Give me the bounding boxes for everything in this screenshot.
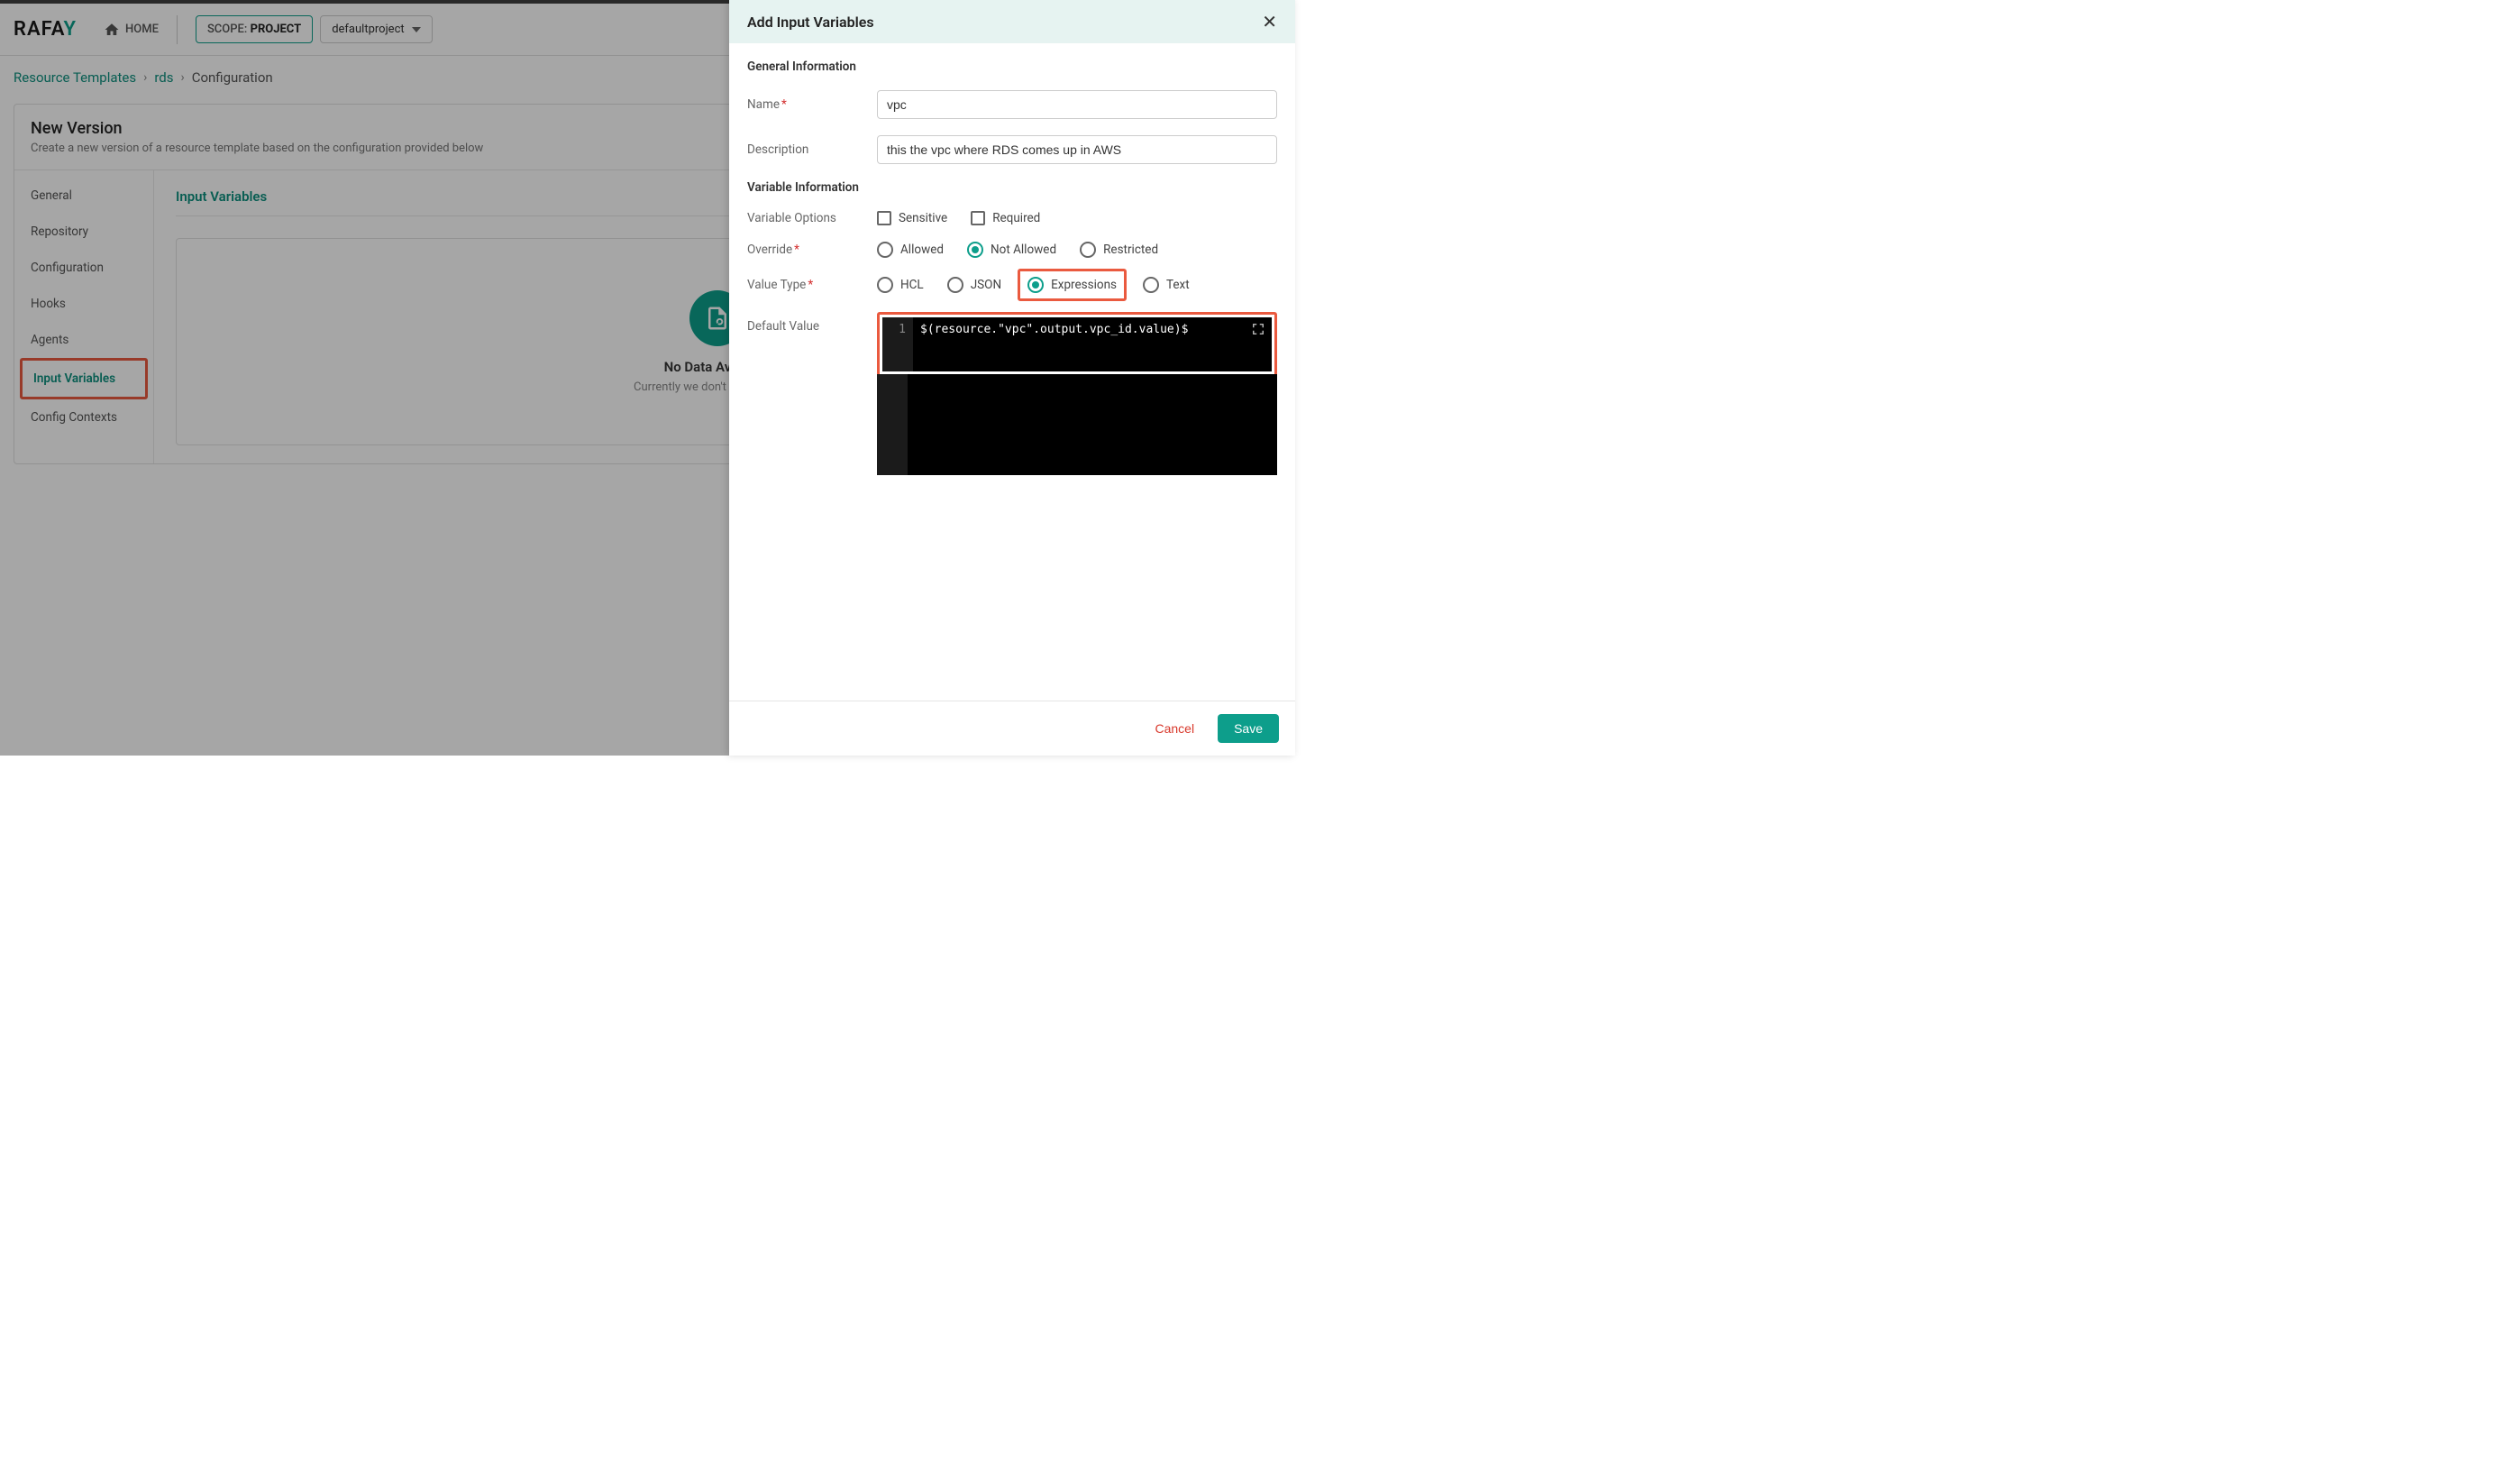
- code-content[interactable]: $(resource."vpc".output.vpc_id.value)$: [913, 317, 1272, 371]
- checkbox-required-label: Required: [992, 211, 1040, 225]
- drawer-body: General Information Name* Description Va…: [729, 43, 1295, 701]
- radio-vtype-hcl[interactable]: HCL: [877, 277, 924, 293]
- radio-label: Not Allowed: [991, 243, 1056, 257]
- description-label: Description: [747, 142, 877, 157]
- drawer-footer: Cancel Save: [729, 701, 1295, 756]
- name-label: Name*: [747, 97, 877, 112]
- radio-label: Restricted: [1103, 243, 1158, 257]
- close-icon[interactable]: ✕: [1262, 13, 1277, 31]
- radio-icon: [967, 242, 983, 258]
- expand-icon[interactable]: [1252, 323, 1265, 339]
- checkbox-sensitive-label: Sensitive: [899, 211, 947, 225]
- drawer-header: Add Input Variables ✕: [729, 0, 1295, 43]
- radio-override-restricted[interactable]: Restricted: [1080, 242, 1158, 258]
- checkbox-required[interactable]: Required: [971, 211, 1040, 225]
- radio-icon: [1143, 277, 1159, 293]
- default-value-label: Default Value: [747, 312, 877, 334]
- value-type-label: Value Type*: [747, 278, 877, 292]
- drawer-title: Add Input Variables: [747, 14, 874, 31]
- checkbox-sensitive[interactable]: Sensitive: [877, 211, 947, 225]
- code-editor-rest[interactable]: [877, 374, 1277, 475]
- radio-icon: [877, 242, 893, 258]
- radio-label: Text: [1166, 278, 1190, 292]
- cancel-button[interactable]: Cancel: [1144, 714, 1205, 743]
- drawer-add-input-variables: Add Input Variables ✕ General Informatio…: [729, 0, 1295, 756]
- radio-icon: [1080, 242, 1096, 258]
- code-editor[interactable]: 1 $(resource."vpc".output.vpc_id.value)$: [882, 317, 1272, 371]
- section-general-info: General Information: [747, 60, 1277, 74]
- radio-icon: [1027, 277, 1044, 293]
- radio-override-not-allowed[interactable]: Not Allowed: [967, 242, 1056, 258]
- radio-vtype-expressions[interactable]: Expressions: [1027, 277, 1117, 293]
- name-input[interactable]: [877, 90, 1277, 119]
- radio-label: Expressions: [1051, 278, 1117, 292]
- radio-label: JSON: [971, 278, 1001, 292]
- code-line-number: 1: [882, 317, 913, 371]
- radio-icon: [877, 277, 893, 293]
- radio-label: Allowed: [900, 243, 944, 257]
- variable-options-label: Variable Options: [747, 211, 877, 225]
- radio-vtype-json[interactable]: JSON: [947, 277, 1001, 293]
- override-label: Override*: [747, 243, 877, 257]
- radio-vtype-text[interactable]: Text: [1143, 277, 1190, 293]
- highlight-annotation: 1 $(resource."vpc".output.vpc_id.value)$: [877, 312, 1277, 377]
- radio-icon: [947, 277, 963, 293]
- highlight-annotation: Expressions: [1018, 269, 1127, 301]
- save-button[interactable]: Save: [1218, 714, 1279, 743]
- section-variable-info: Variable Information: [747, 180, 1277, 195]
- description-input[interactable]: [877, 135, 1277, 164]
- checkbox-icon: [971, 211, 985, 225]
- checkbox-icon: [877, 211, 891, 225]
- radio-label: HCL: [900, 278, 924, 292]
- radio-override-allowed[interactable]: Allowed: [877, 242, 944, 258]
